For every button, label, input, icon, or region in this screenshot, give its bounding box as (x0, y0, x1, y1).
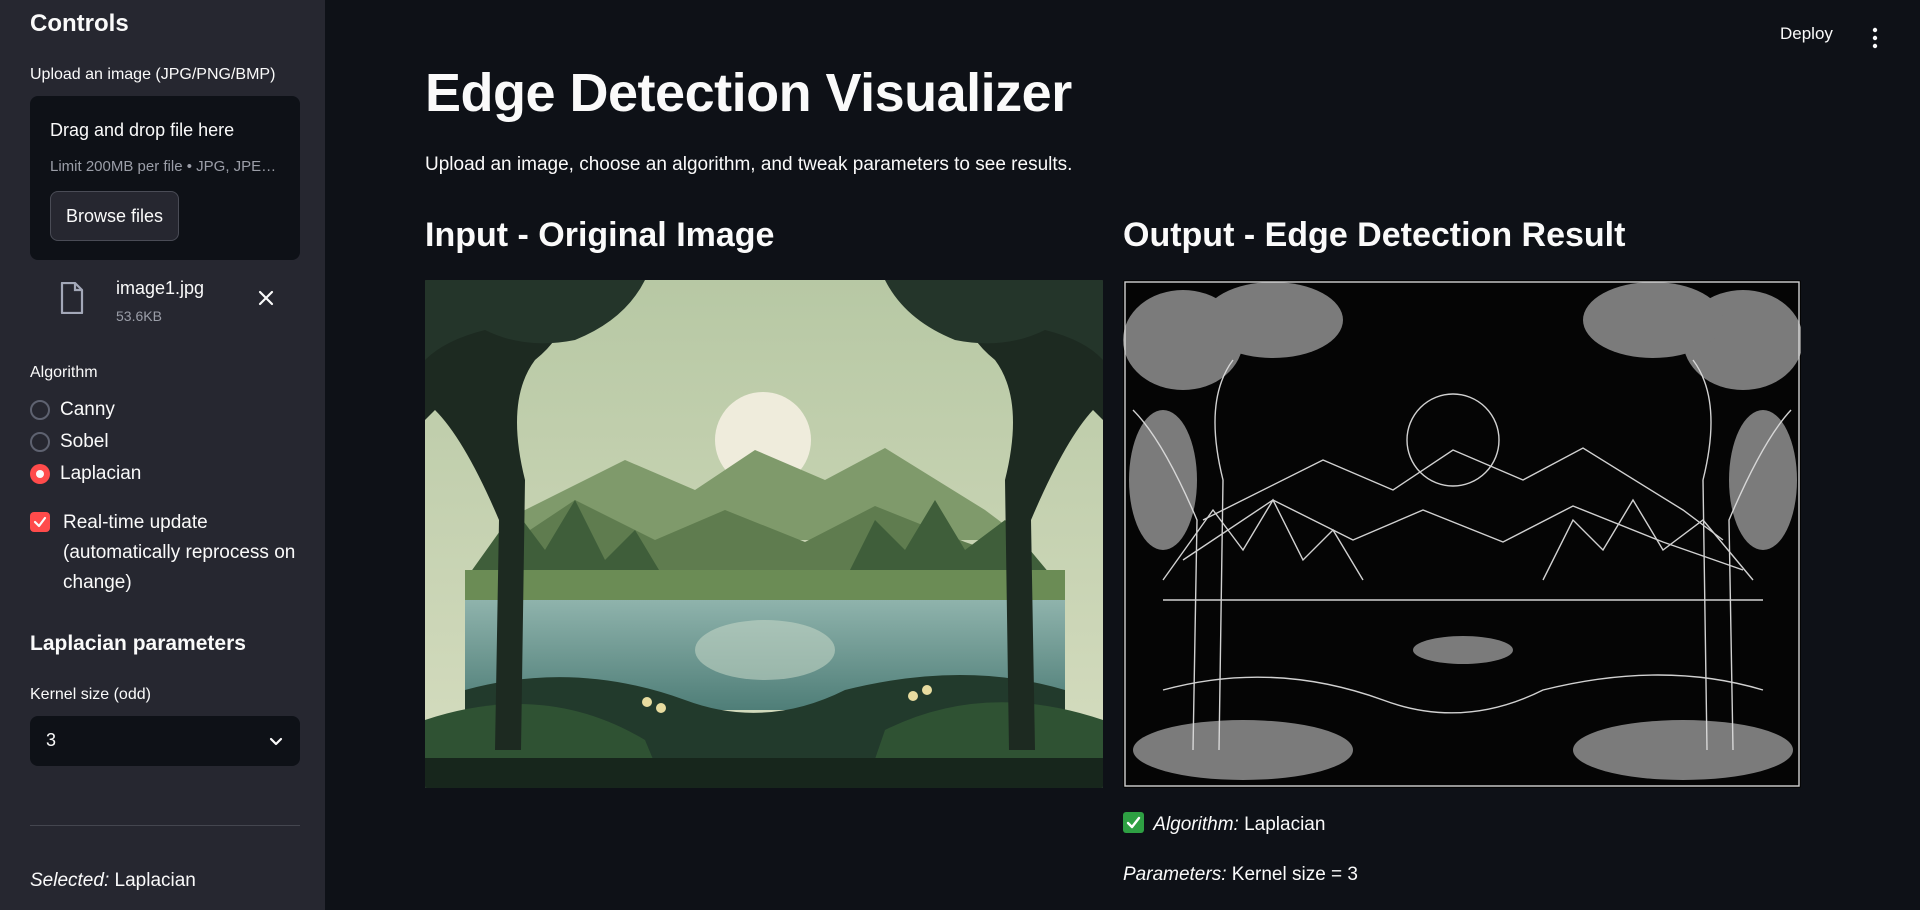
deploy-button[interactable]: Deploy (1780, 24, 1833, 44)
radio-button-selected[interactable] (30, 464, 50, 484)
dropzone-text: Drag and drop file here (50, 120, 235, 140)
file-dropzone[interactable]: Drag and drop file here Limit 200MB per … (30, 96, 300, 260)
sidebar: Controls Upload an image (JPG/PNG/BMP) D… (0, 0, 325, 910)
input-title: Input - Original Image (425, 216, 775, 254)
selected-value: Laplacian (114, 870, 196, 891)
output-title: Output - Edge Detection Result (1123, 216, 1626, 254)
close-icon[interactable] (254, 286, 278, 310)
radio-button[interactable] (30, 400, 50, 420)
radio-laplacian[interactable]: Laplacian (30, 460, 141, 488)
result-algorithm: Algorithm: Laplacian (1123, 812, 1325, 836)
input-image (425, 280, 1103, 788)
radio-button[interactable] (30, 432, 50, 452)
result-algorithm-value: Laplacian (1244, 814, 1326, 835)
checkmark-icon (33, 516, 47, 528)
more-options-icon[interactable] (1870, 26, 1880, 50)
selected-prefix: Selected: (30, 870, 110, 891)
uploaded-file: image1.jpg 53.6KB (30, 272, 300, 332)
radio-label: Laplacian (60, 463, 142, 484)
radio-label: Canny (60, 399, 115, 420)
selected-summary: Selected: Laplacian (30, 870, 196, 892)
algorithm-label: Algorithm (30, 364, 98, 381)
result-params-value: Kernel size = 3 (1231, 864, 1358, 885)
checkbox-label: Real-time update (automatically reproces… (63, 512, 296, 593)
file-name: image1.jpg (116, 278, 205, 298)
chevron-down-icon (269, 737, 283, 746)
radio-canny[interactable]: Canny (30, 396, 115, 424)
result-algorithm-prefix: Algorithm: (1153, 814, 1239, 835)
kernel-size-label: Kernel size (odd) (30, 686, 151, 703)
upload-label: Upload an image (JPG/PNG/BMP) (30, 66, 276, 83)
file-icon (60, 282, 84, 314)
dropzone-limit: Limit 200MB per file • JPG, JPEG, PNG, B… (50, 158, 286, 175)
checkbox[interactable] (30, 512, 50, 532)
output-image (1123, 280, 1801, 788)
file-size: 53.6KB (116, 308, 162, 324)
params-title: Laplacian parameters (30, 632, 246, 655)
radio-sobel[interactable]: Sobel (30, 428, 109, 456)
browse-files-button[interactable]: Browse files (50, 191, 180, 241)
check-mark-icon (1123, 812, 1144, 833)
sidebar-title: Controls (30, 10, 129, 37)
select-value: 3 (46, 730, 57, 750)
radio-label: Sobel (60, 431, 109, 452)
divider (30, 825, 300, 826)
result-params-prefix: Parameters: (1123, 864, 1227, 885)
kernel-size-select[interactable]: 3 (30, 716, 300, 766)
result-parameters: Parameters: Kernel size = 3 (1123, 864, 1358, 886)
page-subtitle: Upload an image, choose an algorithm, an… (425, 154, 1073, 175)
page-title: Edge Detection Visualizer (425, 63, 1072, 123)
